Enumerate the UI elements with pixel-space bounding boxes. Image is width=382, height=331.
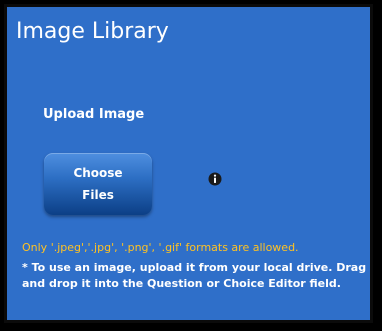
info-icon[interactable] (208, 172, 222, 186)
panel-title: Image Library (16, 19, 169, 44)
image-library-panel: Image Library Upload Image Choose Files … (4, 4, 373, 323)
choose-files-button[interactable]: Choose Files (44, 153, 152, 215)
upload-instructions: * To use an image, upload it from your l… (22, 261, 367, 290)
choose-files-button-label: Choose Files (73, 166, 123, 202)
upload-image-label: Upload Image (43, 107, 145, 122)
allowed-formats-note: Only '.jpeg','.jpg', '.png', '.gif' form… (22, 241, 299, 254)
